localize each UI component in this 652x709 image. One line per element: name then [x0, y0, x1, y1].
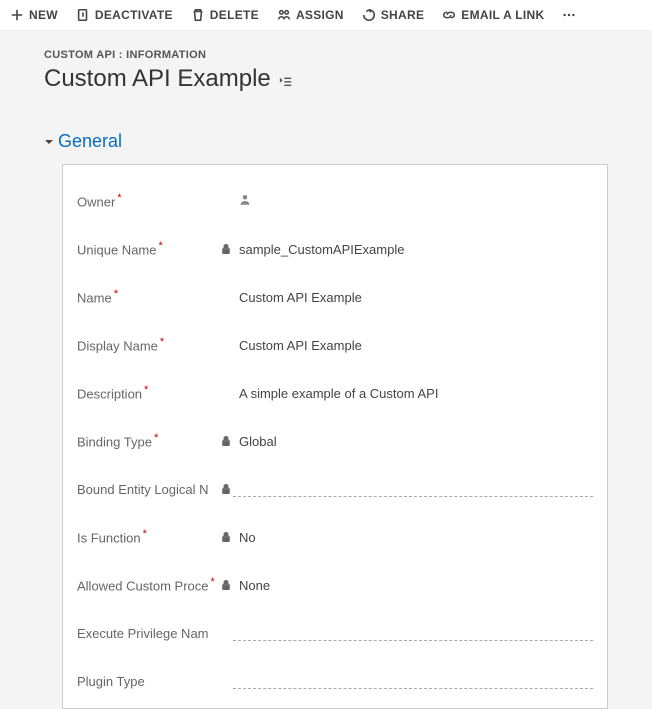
- cmd-label: SHARE: [381, 8, 425, 22]
- command-bar: NEW DEACTIVATE DELETE ASSIGN SHARE EMAIL…: [0, 0, 652, 31]
- cmd-label: DEACTIVATE: [95, 8, 173, 22]
- field-execute-privilege[interactable]: Execute Privilege Nam: [77, 618, 593, 648]
- field-name[interactable]: Name* Custom API Example: [77, 282, 593, 312]
- deactivate-button[interactable]: DEACTIVATE: [76, 8, 173, 22]
- lock-icon: [219, 531, 233, 543]
- entity-breadcrumb: CUSTOM API : INFORMATION: [44, 49, 652, 61]
- section-general-header[interactable]: General: [44, 131, 608, 152]
- more-button[interactable]: [562, 8, 576, 22]
- field-owner[interactable]: Owner*: [77, 186, 593, 216]
- field-label: Bound Entity Logical N: [77, 482, 209, 497]
- more-icon: [562, 8, 576, 22]
- form-box: Owner* Unique Name* sample_CustomAPIExam…: [62, 164, 608, 709]
- new-button[interactable]: NEW: [10, 8, 58, 22]
- email-link-button[interactable]: EMAIL A LINK: [442, 8, 544, 22]
- field-value: None: [233, 578, 593, 593]
- required-indicator: *: [154, 432, 158, 444]
- required-indicator: *: [117, 192, 121, 204]
- caret-down-icon: [44, 131, 54, 152]
- plus-icon: [10, 8, 24, 22]
- field-bound-entity[interactable]: Bound Entity Logical N: [77, 474, 593, 504]
- record-title: Custom API Example: [44, 65, 271, 93]
- field-label: Name: [77, 291, 112, 306]
- field-value: [233, 626, 593, 641]
- share-button[interactable]: SHARE: [362, 8, 425, 22]
- lock-icon: [219, 579, 233, 591]
- field-value: Custom API Example: [233, 290, 593, 305]
- field-label: Owner: [77, 195, 115, 210]
- field-value: A simple example of a Custom API: [233, 386, 593, 401]
- field-allowed-cps[interactable]: Allowed Custom Proce* None: [77, 570, 593, 600]
- deactivate-icon: [76, 8, 90, 22]
- field-label: Display Name: [77, 339, 158, 354]
- assign-icon: [277, 8, 291, 22]
- assign-button[interactable]: ASSIGN: [277, 8, 344, 22]
- cmd-label: EMAIL A LINK: [461, 8, 544, 22]
- trash-icon: [191, 8, 205, 22]
- field-label: Execute Privilege Nam: [77, 626, 209, 641]
- field-value: Custom API Example: [233, 338, 593, 353]
- field-label: Plugin Type: [77, 674, 145, 689]
- section-title: General: [58, 131, 122, 152]
- field-description[interactable]: Description* A simple example of a Custo…: [77, 378, 593, 408]
- cmd-label: DELETE: [210, 8, 259, 22]
- field-value: [233, 674, 593, 689]
- field-binding-type[interactable]: Binding Type* Global: [77, 426, 593, 456]
- required-indicator: *: [211, 576, 215, 588]
- field-label: Unique Name: [77, 243, 157, 258]
- required-indicator: *: [144, 384, 148, 396]
- field-is-function[interactable]: Is Function* No: [77, 522, 593, 552]
- field-value: No: [233, 530, 593, 545]
- required-indicator: *: [160, 336, 164, 348]
- required-indicator: *: [143, 528, 147, 540]
- lock-icon: [219, 243, 233, 255]
- person-icon: [239, 193, 251, 206]
- required-indicator: *: [114, 288, 118, 300]
- chevron-list-icon: [279, 75, 293, 89]
- field-value: [233, 482, 593, 497]
- lock-icon: [219, 483, 233, 495]
- lock-icon: [219, 435, 233, 447]
- field-unique-name[interactable]: Unique Name* sample_CustomAPIExample: [77, 234, 593, 264]
- field-value: [233, 193, 593, 209]
- record-header: CUSTOM API : INFORMATION Custom API Exam…: [0, 31, 652, 93]
- field-value: Global: [233, 434, 593, 449]
- share-icon: [362, 8, 376, 22]
- required-indicator: *: [159, 240, 163, 252]
- link-icon: [442, 8, 456, 22]
- field-label: Description: [77, 387, 142, 402]
- field-label: Is Function: [77, 531, 141, 546]
- form-panel: General Owner* Unique Name* sample_Custo…: [0, 93, 652, 709]
- field-value: sample_CustomAPIExample: [233, 242, 593, 257]
- field-display-name[interactable]: Display Name* Custom API Example: [77, 330, 593, 360]
- record-menu-button[interactable]: [279, 69, 293, 89]
- field-label: Allowed Custom Proce: [77, 579, 209, 594]
- cmd-label: ASSIGN: [296, 8, 344, 22]
- cmd-label: NEW: [29, 8, 58, 22]
- delete-button[interactable]: DELETE: [191, 8, 259, 22]
- field-label: Binding Type: [77, 435, 152, 450]
- field-plugin-type[interactable]: Plugin Type: [77, 666, 593, 696]
